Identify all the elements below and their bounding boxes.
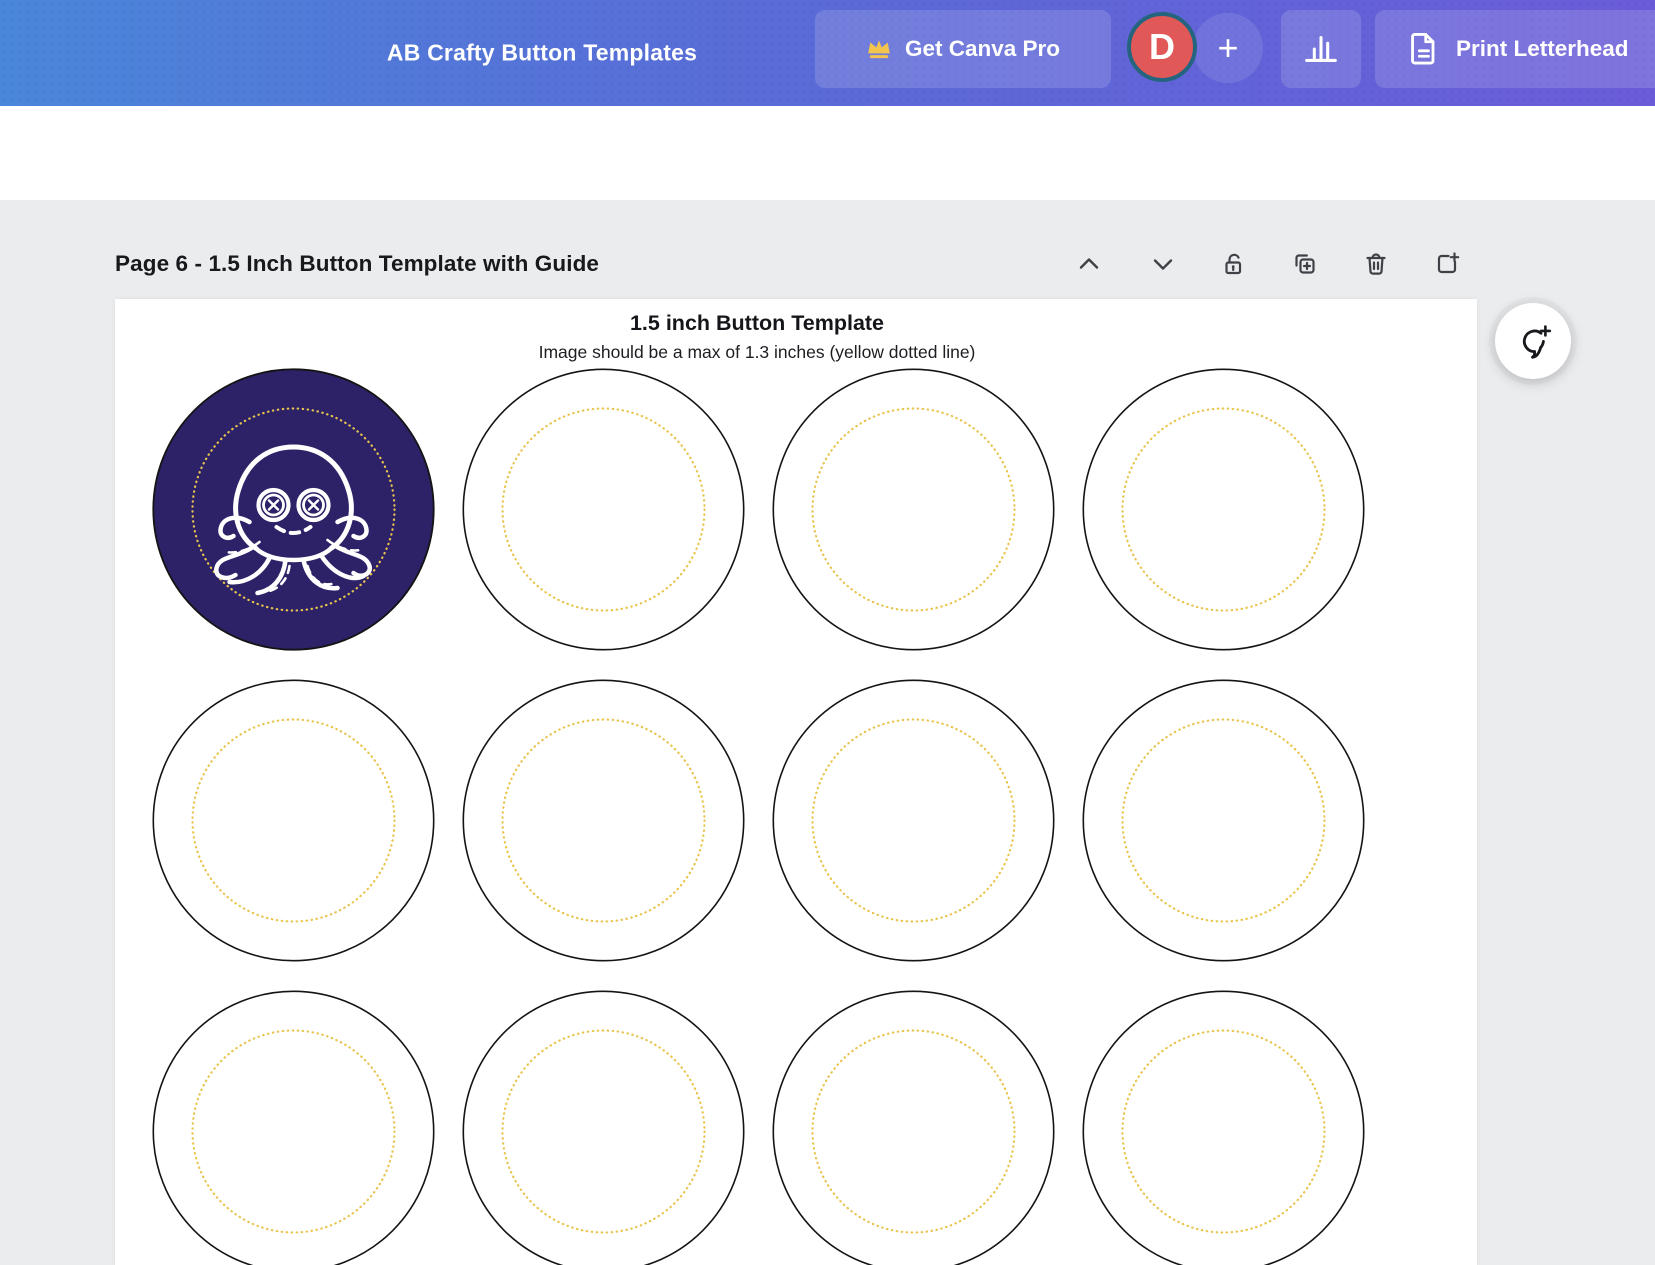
canvas-heading[interactable]: 1.5 inch Button Template	[630, 311, 884, 336]
document-icon	[1403, 29, 1443, 69]
button-circle-empty[interactable]	[1082, 679, 1365, 962]
button-circle-empty[interactable]	[772, 679, 1055, 962]
button-circle-empty[interactable]	[1082, 368, 1365, 651]
add-account-button[interactable]: +	[1193, 13, 1263, 83]
unlock-icon	[1219, 250, 1247, 278]
chevron-up-icon	[1075, 250, 1103, 278]
top-bar: AB Crafty Button Templates Get Canva Pro…	[0, 0, 1655, 106]
chevron-down-icon	[1149, 250, 1177, 278]
get-canva-pro-label: Get Canva Pro	[904, 36, 1061, 61]
add-comment-button[interactable]	[1495, 303, 1571, 379]
button-circle-empty[interactable]	[152, 679, 435, 962]
lock-page-button[interactable]	[1215, 246, 1251, 282]
subheader-strip	[0, 106, 1655, 200]
page-title[interactable]: Page 6 - 1.5 Inch Button Template with G…	[115, 251, 599, 277]
trash-icon	[1362, 250, 1390, 278]
delete-page-button[interactable]	[1358, 246, 1394, 282]
button-circle-empty[interactable]	[462, 368, 745, 651]
avatar[interactable]: D	[1127, 12, 1197, 82]
avatar-initial: D	[1149, 26, 1175, 67]
print-letterhead-label: Print Letterhead	[1456, 36, 1629, 61]
duplicate-page-icon	[1291, 250, 1319, 278]
button-template-grid	[152, 368, 1365, 1265]
bar-chart-icon	[1300, 28, 1342, 70]
print-letterhead-button[interactable]: Print Letterhead	[1375, 10, 1655, 88]
plus-icon: +	[1217, 27, 1239, 68]
button-circle-empty[interactable]	[462, 679, 745, 962]
canvas-caption[interactable]: Image should be a max of 1.3 inches (yel…	[539, 342, 976, 363]
canva-editor-screen: AB Crafty Button Templates Get Canva Pro…	[0, 0, 1655, 1265]
button-circle-empty[interactable]	[1082, 990, 1365, 1265]
move-page-up-button[interactable]	[1071, 246, 1107, 282]
button-circle-empty[interactable]	[772, 368, 1055, 651]
add-comment-icon	[1512, 320, 1554, 362]
add-page-button[interactable]	[1429, 246, 1465, 282]
insights-button[interactable]	[1281, 10, 1361, 88]
crown-icon	[866, 37, 892, 61]
add-page-icon	[1433, 250, 1461, 278]
get-canva-pro-button[interactable]: Get Canva Pro	[815, 10, 1111, 88]
move-page-down-button[interactable]	[1145, 246, 1181, 282]
button-circle-filled[interactable]	[152, 368, 435, 651]
button-circle-empty[interactable]	[152, 990, 435, 1265]
duplicate-page-button[interactable]	[1287, 246, 1323, 282]
design-title[interactable]: AB Crafty Button Templates	[387, 40, 697, 67]
button-circle-empty[interactable]	[772, 990, 1055, 1265]
canvas-page[interactable]: 1.5 inch Button Template Image should be…	[115, 299, 1477, 1265]
button-circle-empty[interactable]	[462, 990, 745, 1265]
